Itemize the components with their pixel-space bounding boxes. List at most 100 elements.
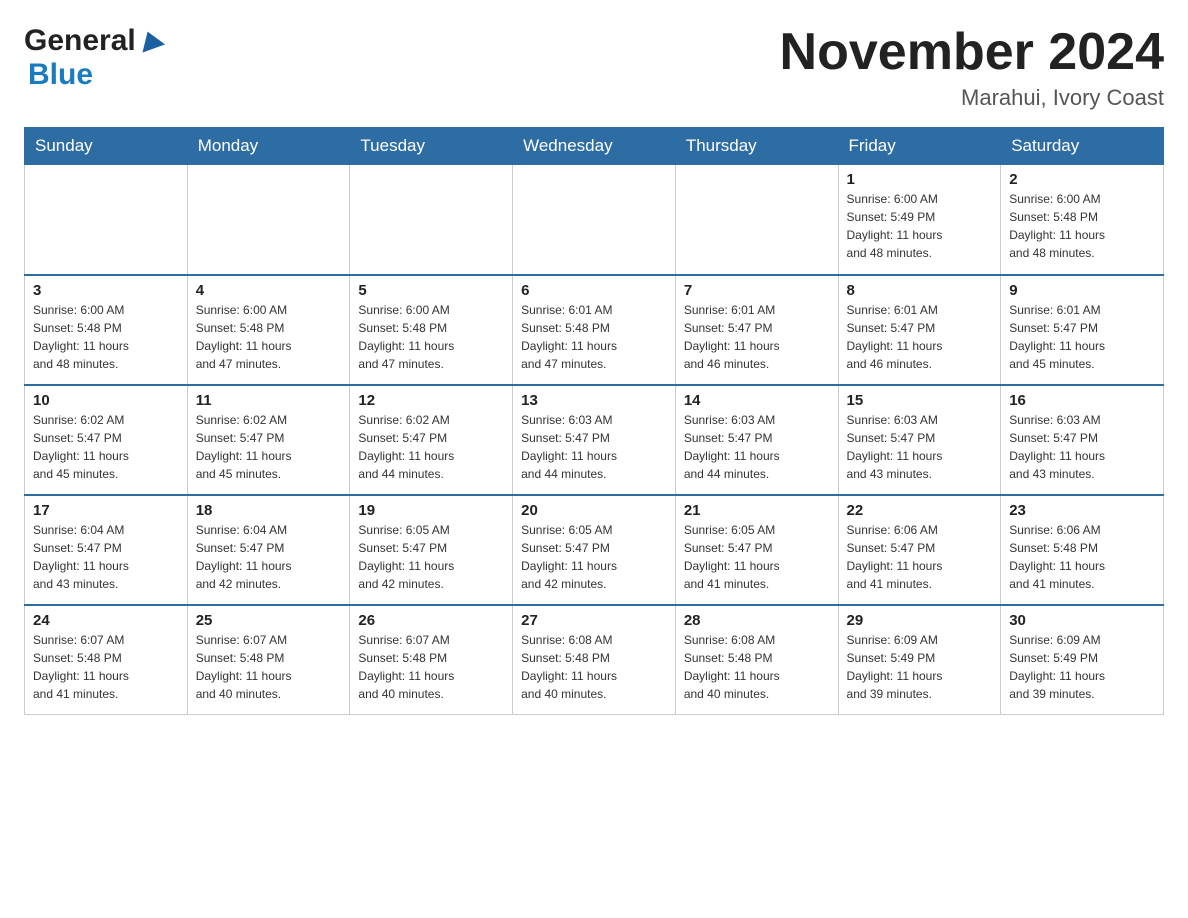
calendar-cell: 6Sunrise: 6:01 AM Sunset: 5:48 PM Daylig… bbox=[513, 275, 676, 385]
day-info: Sunrise: 6:02 AM Sunset: 5:47 PM Dayligh… bbox=[196, 411, 342, 483]
calendar-cell: 5 Sunrise: 6:00 AM Sunset: 5:48 PM Daylig… bbox=[350, 275, 513, 385]
day-number: 1 bbox=[847, 171, 993, 188]
day-number: 18 bbox=[196, 502, 342, 519]
day-number: 12 bbox=[358, 392, 504, 409]
calendar-cell: 23Sunrise: 6:06 AM Sunset: 5:48 PM Dayli… bbox=[1001, 495, 1164, 605]
day-number: 27 bbox=[521, 612, 667, 629]
day-info: Sunrise: 6:05 AM Sunset: 5:47 PM Dayligh… bbox=[521, 521, 667, 593]
calendar-cell: 28 Sunrise: 6:08 AM Sunset: 5:48 PM Dayli… bbox=[675, 605, 838, 715]
day-info: Sunrise: 6:04 AM Sunset: 5:47 PM Dayligh… bbox=[33, 521, 179, 593]
calendar-cell: 25 Sunrise: 6:07 AM Sunset: 5:48 PM Dayli… bbox=[187, 605, 350, 715]
calendar-cell: 3Sunrise: 6:00 AM Sunset: 5:48 PM Daylig… bbox=[25, 275, 188, 385]
day-info: Sunrise: 6:01 AM Sunset: 5:47 PM Dayligh… bbox=[1009, 301, 1155, 373]
calendar-cell: 29 Sunrise: 6:09 AM Sunset: 5:49 PM Dayli… bbox=[838, 605, 1001, 715]
day-number: 25 bbox=[196, 612, 342, 629]
page-header: General Blue November 2024 Marahui, Ivor… bbox=[24, 24, 1164, 111]
calendar-cell: 19 Sunrise: 6:05 AM Sunset: 5:47 PM Dayli… bbox=[350, 495, 513, 605]
day-info: Sunrise: 6:07 AM Sunset: 5:48 PM Dayligh… bbox=[196, 631, 342, 703]
day-of-week-header: Saturday bbox=[1001, 128, 1164, 165]
day-number: 30 bbox=[1009, 612, 1155, 629]
calendar-cell bbox=[675, 165, 838, 275]
calendar-cell: 1Sunrise: 6:00 AM Sunset: 5:49 PM Daylig… bbox=[838, 165, 1001, 275]
day-of-week-header: Tuesday bbox=[350, 128, 513, 165]
day-info: Sunrise: 6:06 AM Sunset: 5:47 PM Dayligh… bbox=[847, 521, 993, 593]
calendar-cell: 26Sunrise: 6:07 AM Sunset: 5:48 PM Dayli… bbox=[350, 605, 513, 715]
day-number: 23 bbox=[1009, 502, 1155, 519]
logo-general: General bbox=[24, 24, 136, 58]
day-number: 15 bbox=[847, 392, 993, 409]
day-number: 6 bbox=[521, 282, 667, 299]
calendar-cell: 27 Sunrise: 6:08 AM Sunset: 5:48 PM Dayli… bbox=[513, 605, 676, 715]
day-info: Sunrise: 6:02 AM Sunset: 5:47 PM Dayligh… bbox=[358, 411, 504, 483]
calendar-cell: 18 Sunrise: 6:04 AM Sunset: 5:47 PM Dayli… bbox=[187, 495, 350, 605]
day-of-week-header: Friday bbox=[838, 128, 1001, 165]
day-number: 29 bbox=[847, 612, 993, 629]
calendar-cell: 21Sunrise: 6:05 AM Sunset: 5:47 PM Dayli… bbox=[675, 495, 838, 605]
calendar-cell: 10Sunrise: 6:02 AM Sunset: 5:47 PM Dayli… bbox=[25, 385, 188, 495]
day-number: 9 bbox=[1009, 282, 1155, 299]
calendar-cell: 15 Sunrise: 6:03 AM Sunset: 5:47 PM Dayli… bbox=[838, 385, 1001, 495]
calendar-table: SundayMondayTuesdayWednesdayThursdayFrid… bbox=[24, 127, 1164, 715]
day-info: Sunrise: 6:02 AM Sunset: 5:47 PM Dayligh… bbox=[33, 411, 179, 483]
logo: General Blue bbox=[24, 24, 165, 92]
day-info: Sunrise: 6:07 AM Sunset: 5:48 PM Dayligh… bbox=[33, 631, 179, 703]
location: Marahui, Ivory Coast bbox=[780, 85, 1164, 111]
calendar-cell: 9 Sunrise: 6:01 AM Sunset: 5:47 PM Daylig… bbox=[1001, 275, 1164, 385]
day-number: 4 bbox=[196, 282, 342, 299]
day-info: Sunrise: 6:00 AM Sunset: 5:48 PM Dayligh… bbox=[1009, 190, 1155, 262]
day-info: Sunrise: 6:09 AM Sunset: 5:49 PM Dayligh… bbox=[1009, 631, 1155, 703]
day-info: Sunrise: 6:03 AM Sunset: 5:47 PM Dayligh… bbox=[684, 411, 830, 483]
day-number: 22 bbox=[847, 502, 993, 519]
day-number: 17 bbox=[33, 502, 179, 519]
calendar-cell: 8Sunrise: 6:01 AM Sunset: 5:47 PM Daylig… bbox=[838, 275, 1001, 385]
day-number: 11 bbox=[196, 392, 342, 409]
day-info: Sunrise: 6:00 AM Sunset: 5:48 PM Dayligh… bbox=[33, 301, 179, 373]
day-of-week-header: Thursday bbox=[675, 128, 838, 165]
calendar-cell bbox=[187, 165, 350, 275]
calendar-cell: 7Sunrise: 6:01 AM Sunset: 5:47 PM Daylig… bbox=[675, 275, 838, 385]
day-number: 21 bbox=[684, 502, 830, 519]
day-number: 13 bbox=[521, 392, 667, 409]
day-number: 5 bbox=[358, 282, 504, 299]
logo-blue: Blue bbox=[28, 58, 93, 91]
calendar-cell: 12 Sunrise: 6:02 AM Sunset: 5:47 PM Dayli… bbox=[350, 385, 513, 495]
title-section: November 2024 Marahui, Ivory Coast bbox=[780, 24, 1164, 111]
calendar-cell bbox=[25, 165, 188, 275]
day-number: 28 bbox=[684, 612, 830, 629]
day-info: Sunrise: 6:08 AM Sunset: 5:48 PM Dayligh… bbox=[521, 631, 667, 703]
day-info: Sunrise: 6:03 AM Sunset: 5:47 PM Dayligh… bbox=[521, 411, 667, 483]
calendar-cell: 4 Sunrise: 6:00 AM Sunset: 5:48 PM Daylig… bbox=[187, 275, 350, 385]
calendar-week-row: 1Sunrise: 6:00 AM Sunset: 5:49 PM Daylig… bbox=[25, 165, 1164, 275]
calendar-cell: 14 Sunrise: 6:03 AM Sunset: 5:47 PM Dayli… bbox=[675, 385, 838, 495]
day-of-week-header: Monday bbox=[187, 128, 350, 165]
calendar-cell: 11 Sunrise: 6:02 AM Sunset: 5:47 PM Dayli… bbox=[187, 385, 350, 495]
day-number: 19 bbox=[358, 502, 504, 519]
day-info: Sunrise: 6:05 AM Sunset: 5:47 PM Dayligh… bbox=[358, 521, 504, 593]
day-number: 24 bbox=[33, 612, 179, 629]
logo-arrow-icon bbox=[137, 27, 165, 55]
calendar-cell: 2Sunrise: 6:00 AM Sunset: 5:48 PM Daylig… bbox=[1001, 165, 1164, 275]
day-info: Sunrise: 6:08 AM Sunset: 5:48 PM Dayligh… bbox=[684, 631, 830, 703]
day-info: Sunrise: 6:03 AM Sunset: 5:47 PM Dayligh… bbox=[1009, 411, 1155, 483]
calendar-week-row: 17 Sunrise: 6:04 AM Sunset: 5:47 PM Dayli… bbox=[25, 495, 1164, 605]
calendar-cell: 16 Sunrise: 6:03 AM Sunset: 5:47 PM Dayli… bbox=[1001, 385, 1164, 495]
calendar-cell: 13 Sunrise: 6:03 AM Sunset: 5:47 PM Dayli… bbox=[513, 385, 676, 495]
calendar-week-row: 10Sunrise: 6:02 AM Sunset: 5:47 PM Dayli… bbox=[25, 385, 1164, 495]
day-number: 14 bbox=[684, 392, 830, 409]
day-info: Sunrise: 6:04 AM Sunset: 5:47 PM Dayligh… bbox=[196, 521, 342, 593]
calendar-cell: 17 Sunrise: 6:04 AM Sunset: 5:47 PM Dayli… bbox=[25, 495, 188, 605]
day-of-week-header: Wednesday bbox=[513, 128, 676, 165]
calendar-cell bbox=[350, 165, 513, 275]
day-info: Sunrise: 6:00 AM Sunset: 5:48 PM Dayligh… bbox=[358, 301, 504, 373]
calendar-cell: 30 Sunrise: 6:09 AM Sunset: 5:49 PM Dayli… bbox=[1001, 605, 1164, 715]
calendar-header-row: SundayMondayTuesdayWednesdayThursdayFrid… bbox=[25, 128, 1164, 165]
day-info: Sunrise: 6:00 AM Sunset: 5:48 PM Dayligh… bbox=[196, 301, 342, 373]
day-of-week-header: Sunday bbox=[25, 128, 188, 165]
day-number: 20 bbox=[521, 502, 667, 519]
month-title: November 2024 bbox=[780, 24, 1164, 81]
calendar-cell bbox=[513, 165, 676, 275]
day-info: Sunrise: 6:09 AM Sunset: 5:49 PM Dayligh… bbox=[847, 631, 993, 703]
day-info: Sunrise: 6:03 AM Sunset: 5:47 PM Dayligh… bbox=[847, 411, 993, 483]
day-number: 26 bbox=[358, 612, 504, 629]
day-number: 16 bbox=[1009, 392, 1155, 409]
